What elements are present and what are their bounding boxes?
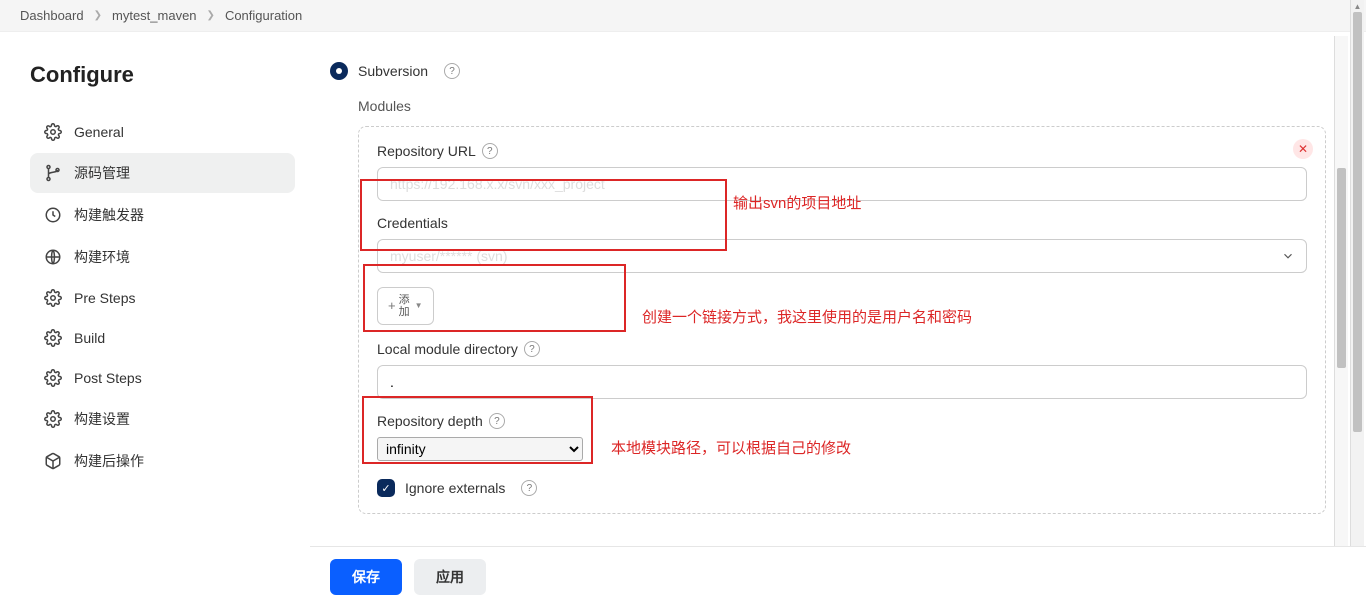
branch-icon [44, 164, 62, 182]
radio-selected-icon[interactable] [330, 62, 348, 80]
sidebar-item-label: 构建环境 [74, 247, 130, 267]
scroll-up-arrow-icon[interactable]: ▲ [1351, 0, 1364, 12]
breadcrumb-item-project[interactable]: mytest_maven [112, 8, 197, 23]
sidebar-item-triggers[interactable]: 构建触发器 [30, 195, 295, 235]
chevron-right-icon: ❯ [207, 10, 215, 21]
add-credentials-button[interactable]: + 添加 ▼ [377, 287, 434, 325]
caret-down-icon: ▼ [415, 301, 423, 311]
sidebar-item-pre-steps[interactable]: Pre Steps [30, 279, 295, 317]
sidebar-item-label: 构建触发器 [74, 205, 144, 225]
repo-depth-label: Repository depth ? [377, 413, 1307, 429]
help-icon[interactable]: ? [482, 143, 498, 159]
sidebar-item-build-env[interactable]: 构建环境 [30, 237, 295, 277]
sidebar-item-scm[interactable]: 源码管理 [30, 153, 295, 193]
chevron-right-icon: ❯ [94, 10, 102, 21]
clock-icon [44, 206, 62, 224]
sidebar-item-label: 构建后操作 [74, 451, 144, 471]
scm-type-radio-row: Subversion ? [330, 62, 1326, 80]
modules-label: Modules [358, 98, 1326, 114]
plus-icon: + [388, 298, 396, 314]
box-icon [44, 452, 62, 470]
checkbox-checked-icon: ✓ [377, 479, 395, 497]
sidebar-item-build-settings[interactable]: 构建设置 [30, 399, 295, 439]
sidebar-item-label: 源码管理 [74, 163, 130, 183]
local-dir-input[interactable] [377, 365, 1307, 399]
gear-icon [44, 329, 62, 347]
save-button[interactable]: 保存 [330, 559, 402, 595]
breadcrumb-item-dashboard[interactable]: Dashboard [20, 8, 84, 23]
gear-icon [44, 123, 62, 141]
sidebar-item-post-build[interactable]: 构建后操作 [30, 441, 295, 481]
repo-depth-select[interactable]: infinity [377, 437, 583, 461]
annotation-text: 输出svn的项目地址 [733, 192, 861, 213]
gear-icon [44, 369, 62, 387]
ignore-externals-row[interactable]: ✓ Ignore externals ? [377, 479, 1307, 497]
ignore-externals-label: Ignore externals [405, 480, 505, 496]
credentials-select[interactable] [377, 239, 1307, 273]
help-icon[interactable]: ? [524, 341, 540, 357]
sidebar-item-label: Pre Steps [74, 290, 135, 306]
sidebar-item-post-steps[interactable]: Post Steps [30, 359, 295, 397]
help-icon[interactable]: ? [444, 63, 460, 79]
sidebar-item-label: Post Steps [74, 370, 142, 386]
local-dir-label: Local module directory ? [377, 341, 1307, 357]
help-icon[interactable]: ? [521, 480, 537, 496]
repo-url-label: Repository URL ? [377, 143, 1307, 159]
annotation-text: 本地模块路径，可以根据自己的修改 [611, 437, 851, 458]
globe-icon [44, 248, 62, 266]
page-title: Configure [30, 62, 295, 88]
annotation-text: 创建一个链接方式，我这里使用的是用户名和密码 [642, 306, 972, 327]
breadcrumb-item-config[interactable]: Configuration [225, 8, 302, 23]
vertical-scrollbar[interactable]: ▲ ▼ [1350, 0, 1364, 607]
sidebar: Configure General 源码管理 构建触发器 构建环境 Pre St… [0, 32, 310, 603]
sidebar-item-build[interactable]: Build [30, 319, 295, 357]
help-icon[interactable]: ? [489, 413, 505, 429]
sidebar-item-label: General [74, 124, 124, 140]
credentials-label: Credentials [377, 215, 1307, 231]
gear-icon [44, 289, 62, 307]
sidebar-item-label: Build [74, 330, 105, 346]
remove-module-button[interactable]: ✕ [1293, 139, 1313, 159]
sidebar-item-label: 构建设置 [74, 409, 130, 429]
scm-type-label: Subversion [358, 63, 428, 79]
footer-bar: 保存 应用 [310, 546, 1366, 607]
sidebar-item-general[interactable]: General [30, 113, 295, 151]
gear-icon [44, 410, 62, 428]
inner-vertical-scrollbar[interactable] [1334, 36, 1348, 556]
apply-button[interactable]: 应用 [414, 559, 486, 595]
breadcrumb: Dashboard ❯ mytest_maven ❯ Configuration [0, 0, 1366, 32]
